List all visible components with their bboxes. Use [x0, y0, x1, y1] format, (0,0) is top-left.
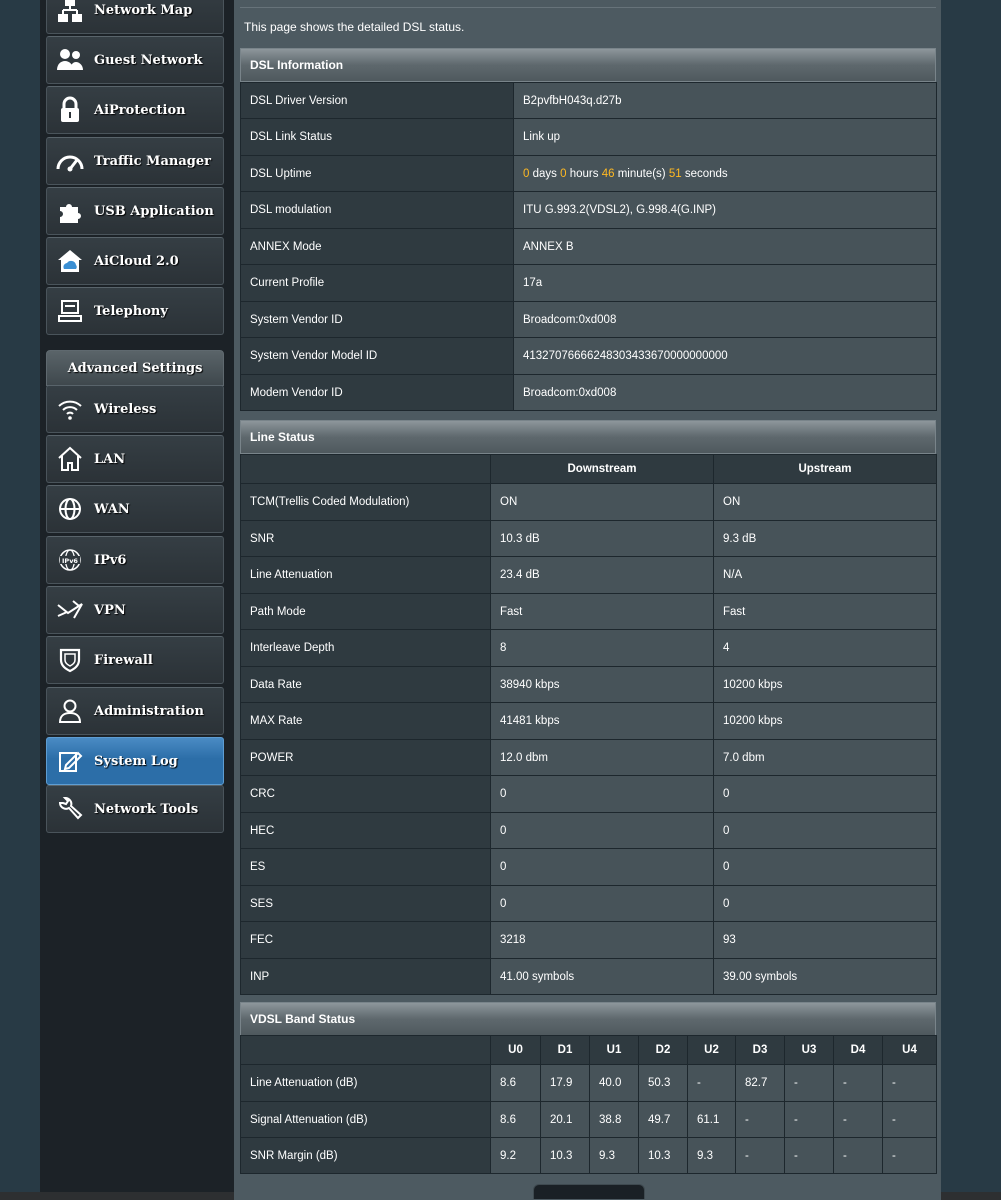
sidebar-item-ipv6[interactable]: IPv6 IPv6 — [46, 536, 224, 584]
table-row: Current Profile 17a — [240, 264, 937, 302]
table-row: Signal Attenuation (dB) 8.6 20.1 38.8 49… — [240, 1101, 937, 1138]
sidebar-item-lan[interactable]: LAN — [46, 435, 224, 483]
sidebar-item-wireless[interactable]: Wireless — [46, 385, 224, 433]
table-row: CRC 0 0 — [240, 775, 937, 813]
table-row: Path Mode Fast Fast — [240, 593, 937, 630]
line-status-header: Line Status — [240, 420, 936, 454]
gauge-icon — [55, 146, 85, 176]
shield-icon — [55, 645, 85, 675]
table-row: DSL Uptime 0 days 0 hours 46 minute(s) 5… — [240, 155, 937, 192]
table-row: INP 41.00 symbols 39.00 symbols — [240, 958, 937, 995]
line-status-table: Downstream Upstream TCM(Trellis Coded Mo… — [240, 454, 937, 995]
sidebar-item-vpn[interactable]: VPN — [46, 586, 224, 634]
tools-icon — [55, 794, 85, 824]
svg-text:IPv6: IPv6 — [62, 557, 78, 565]
sidebar-item-aiprotection[interactable]: AiProtection — [46, 86, 224, 134]
table-row: HEC 0 0 — [240, 812, 937, 849]
table-row: SES 0 0 — [240, 885, 937, 922]
sidebar-item-firewall[interactable]: Firewall — [46, 636, 224, 684]
vpn-icon — [55, 595, 85, 625]
table-row: Data Rate 38940 kbps 10200 kbps — [240, 666, 937, 703]
table-row: MAX Rate 41481 kbps 10200 kbps — [240, 702, 937, 740]
table-row: DSL Driver Version B2pvfbH043q.d27b — [240, 82, 937, 119]
table-row: POWER 12.0 dbm 7.0 dbm — [240, 739, 937, 776]
advanced-settings-header: Advanced Settings — [46, 350, 224, 386]
table-row: Line Attenuation 23.4 dB N/A — [240, 556, 937, 594]
network-map-icon — [55, 0, 85, 25]
dsl-uptime-value: 0 days 0 hours 46 minute(s) 51 seconds — [513, 155, 937, 192]
home-icon — [55, 444, 85, 474]
table-row: System Vendor ID Broadcom:0xd008 — [240, 301, 937, 338]
table-header-row: U0 D1 U1 D2 U2 D3 U3 D4 U4 — [240, 1035, 937, 1065]
sidebar-item-system-log[interactable]: System Log — [46, 737, 224, 785]
wifi-icon — [55, 394, 85, 424]
table-row: System Vendor Model ID 413270766662483034… — [240, 337, 937, 375]
user-icon — [55, 696, 85, 726]
dsl-information-table: DSL Driver Version B2pvfbH043q.d27b DSL L… — [240, 82, 937, 411]
table-row: SNR 10.3 dB 9.3 dB — [240, 520, 937, 557]
globe-icon — [55, 494, 85, 524]
downstream-header: Downstream — [490, 454, 714, 484]
table-row: Modem Vendor ID Broadcom:0xd008 — [240, 374, 937, 411]
sidebar-item-administration[interactable]: Administration — [46, 687, 224, 735]
edit-log-icon — [55, 746, 85, 776]
puzzle-icon — [55, 196, 85, 226]
table-row: Line Attenuation (dB) 8.6 17.9 40.0 50.3… — [240, 1064, 937, 1102]
table-row: ES 0 0 — [240, 848, 937, 886]
table-row: Interleave Depth 8 4 — [240, 629, 937, 667]
sidebar-item-guest-network[interactable]: Guest Network — [46, 36, 224, 84]
table-header-row: Downstream Upstream — [240, 454, 937, 484]
vdsl-band-status-table: U0 D1 U1 D2 U2 D3 U3 D4 U4 Line Attenuat… — [240, 1035, 937, 1174]
sidebar-item-wan[interactable]: WAN — [46, 485, 224, 533]
refresh-button[interactable] — [533, 1184, 645, 1199]
divider — [240, 7, 936, 8]
page-description: This page shows the detailed DSL status. — [244, 20, 465, 34]
table-row: FEC 3218 93 — [240, 921, 937, 959]
table-row: SNR Margin (dB) 9.2 10.3 9.3 10.3 9.3 - … — [240, 1137, 937, 1174]
vdsl-band-status-header: VDSL Band Status — [240, 1002, 936, 1036]
dsl-information-header: DSL Information — [240, 48, 936, 82]
cloud-home-icon — [55, 246, 85, 276]
lock-icon — [55, 95, 85, 125]
table-row: DSL modulation ITU G.993.2(VDSL2), G.998.… — [240, 191, 937, 229]
sidebar-item-network-map[interactable]: Network Map — [46, 0, 224, 34]
table-row: TCM(Trellis Coded Modulation) ON ON — [240, 483, 937, 521]
ipv6-icon: IPv6 — [55, 545, 85, 575]
table-row: ANNEX Mode ANNEX B — [240, 228, 937, 265]
sidebar-item-aicloud[interactable]: AiCloud 2.0 — [46, 237, 224, 285]
sidebar-item-traffic-manager[interactable]: Traffic Manager — [46, 137, 224, 185]
guest-network-icon — [55, 45, 85, 75]
table-row: DSL Link Status Link up — [240, 118, 937, 156]
sidebar-item-usb-application[interactable]: USB Application — [46, 187, 224, 235]
telephony-icon — [55, 296, 85, 326]
sidebar-item-telephony[interactable]: Telephony — [46, 287, 224, 335]
sidebar-item-network-tools[interactable]: Network Tools — [46, 785, 224, 833]
upstream-header: Upstream — [713, 454, 937, 484]
